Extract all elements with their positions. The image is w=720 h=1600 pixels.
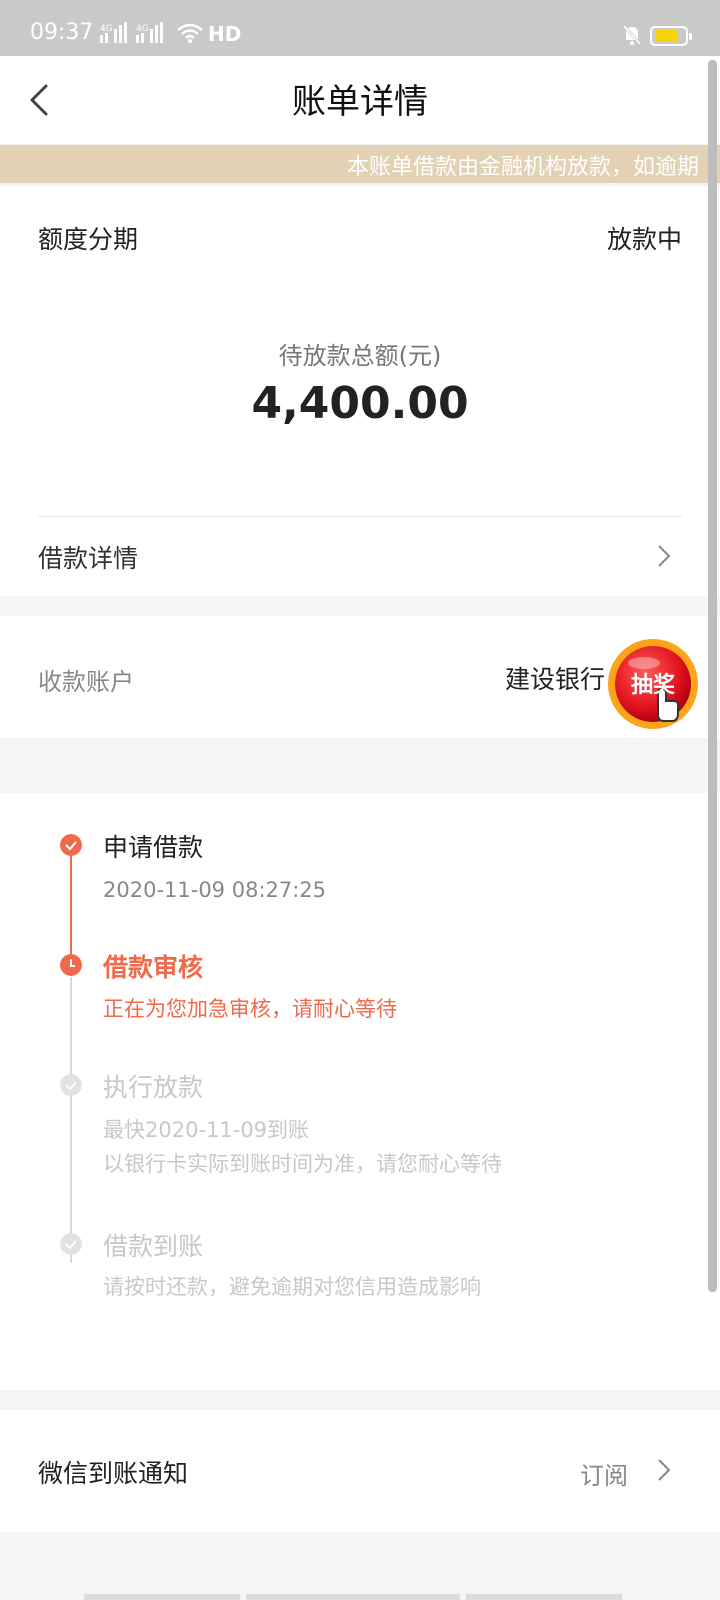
loan-summary-card: 额度分期 放款中 待放款总额(元) 4,400.00 借款详情 (0, 186, 720, 596)
chevron-right-icon (658, 1459, 671, 1481)
timeline-card: 申请借款 2020-11-09 08:27:25 借款审核 正在为您加急审核，请… (0, 793, 720, 1390)
svg-text:4G: 4G (100, 24, 113, 34)
bottom-strip (84, 1594, 240, 1600)
bottom-strip (466, 1594, 622, 1600)
hd-indicator: HD (208, 22, 242, 46)
loan-detail-row[interactable]: 借款详情 (0, 517, 720, 596)
mute-icon (622, 25, 642, 45)
account-label: 收款账户 (38, 668, 134, 696)
step-desc: 2020-11-09 08:27:25 (103, 878, 327, 902)
loan-status: 放款中 (606, 225, 682, 254)
status-time: 09:37 (30, 20, 94, 45)
amount-label: 待放款总额(元) (278, 342, 442, 370)
step-title: 借款到账 (103, 1232, 204, 1261)
notice-bar: 本账单借款由金融机构放款，如逾期 (0, 145, 720, 183)
step-desc: 请按时还款，避免逾期对您信用造成影响 (103, 1275, 481, 1299)
account-value: 建设银行 (504, 665, 605, 694)
signal-icon: 4G (100, 22, 127, 43)
header: 账单详情 (0, 56, 720, 144)
scrollbar[interactable] (708, 60, 717, 1292)
bottom-strip (246, 1594, 460, 1600)
product-name: 额度分期 (38, 225, 139, 254)
wifi-icon (177, 23, 203, 43)
step-desc: 正在为您加急审核，请耐心等待 (103, 997, 397, 1021)
loan-detail-label: 借款详情 (38, 544, 139, 573)
check-icon (60, 834, 82, 856)
page-title: 账单详情 (292, 82, 428, 122)
chevron-right-icon (658, 545, 671, 567)
check-icon (60, 1074, 82, 1096)
step-desc: 最快2020-11-09到账 (103, 1118, 310, 1142)
clock-icon (60, 954, 82, 976)
wechat-notify-row[interactable]: 微信到账通知 订阅 (0, 1410, 720, 1532)
check-icon (60, 1233, 82, 1255)
step-title: 申请借款 (103, 833, 204, 862)
lottery-label: 抽奖 (630, 673, 675, 698)
signal-icon-2: 4G (136, 22, 163, 43)
status-bar: 09:37 4G 4G HD (0, 0, 720, 56)
timeline-line-pending (70, 977, 72, 1263)
step-title: 执行放款 (103, 1073, 204, 1102)
notice-text: 本账单借款由金融机构放款，如逾期 (347, 155, 700, 180)
battery-icon (650, 26, 692, 46)
amount-value: 4,400.00 (251, 378, 469, 429)
step-desc: 以银行卡实际到账时间为准，请您耐心等待 (103, 1152, 502, 1176)
svg-text:4G: 4G (136, 24, 149, 34)
lottery-button[interactable]: 抽奖 (606, 637, 700, 731)
subscribe-link[interactable]: 订阅 (580, 1456, 628, 1491)
wechat-label: 微信到账通知 (38, 1459, 189, 1488)
step-title: 借款审核 (103, 953, 204, 982)
